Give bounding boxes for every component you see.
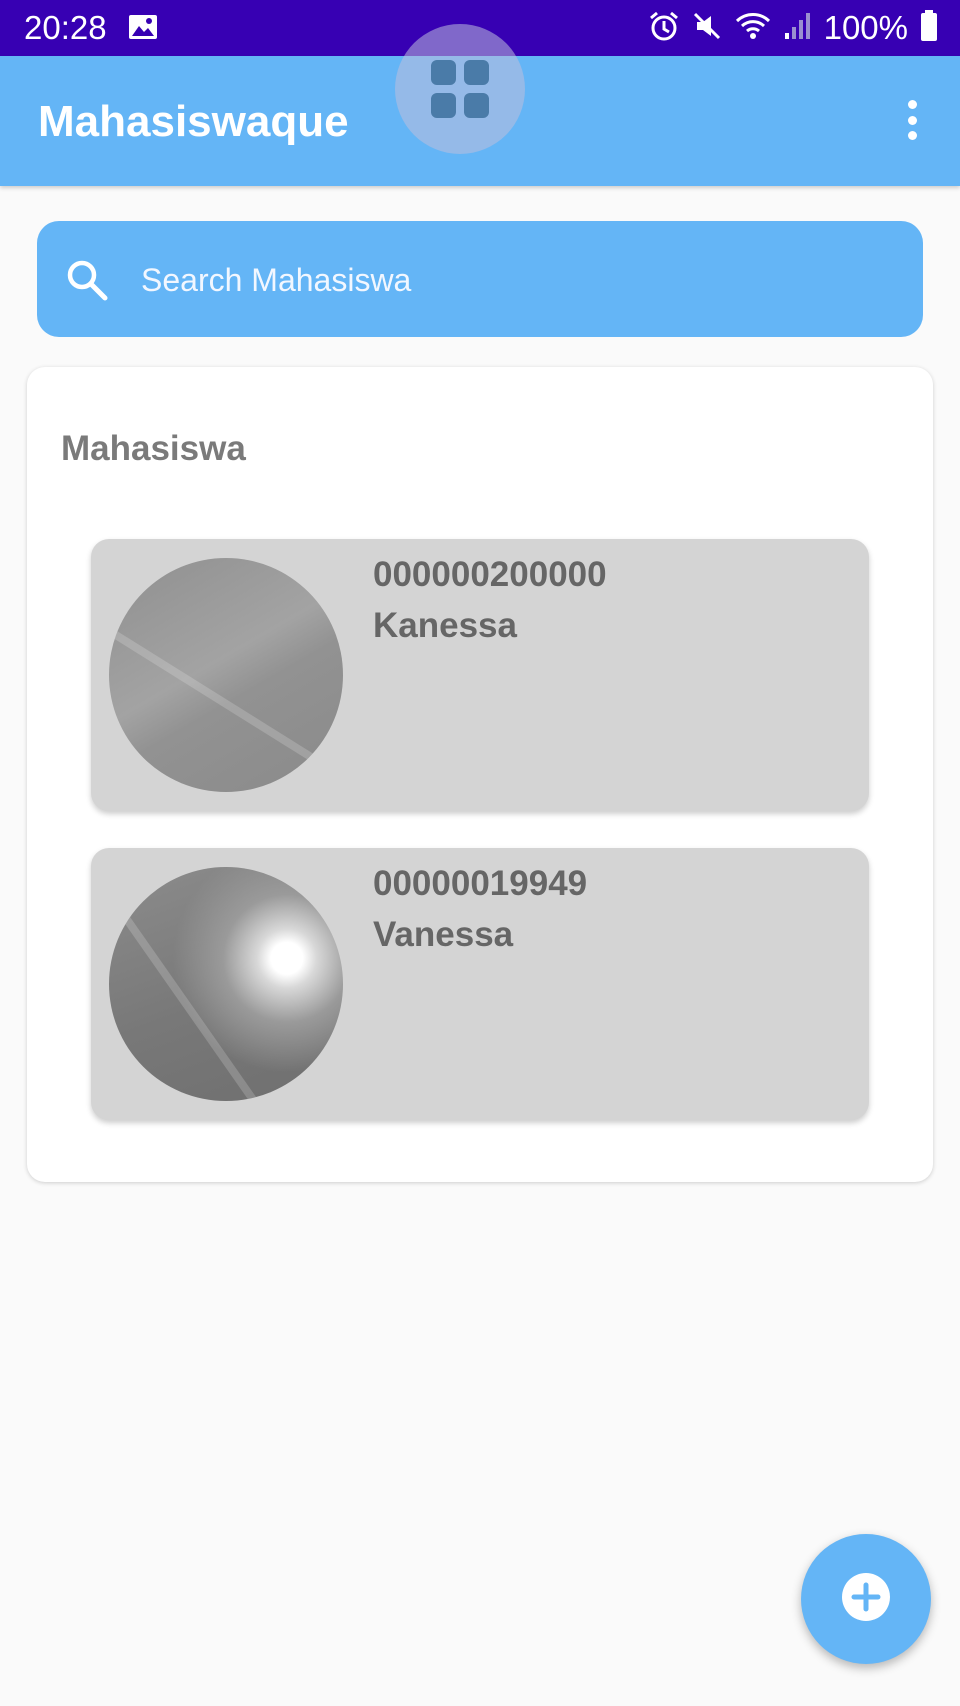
wifi-icon xyxy=(734,11,772,46)
avatar xyxy=(109,867,343,1101)
grid-icon[interactable] xyxy=(395,24,525,154)
battery-percent: 100% xyxy=(823,9,908,46)
student-nim: 000000200000 xyxy=(373,555,607,594)
student-nim: 00000019949 xyxy=(373,864,588,903)
student-name: Vanessa xyxy=(373,915,514,954)
overflow-menu-icon[interactable] xyxy=(902,100,922,140)
battery-icon xyxy=(920,9,938,47)
student-item[interactable]: 00000019949 Vanessa xyxy=(91,848,869,1120)
search-bar[interactable] xyxy=(37,221,923,337)
student-item[interactable]: 000000200000 Kanessa xyxy=(91,539,869,811)
signal-icon xyxy=(784,11,812,46)
student-name: Kanessa xyxy=(373,606,517,645)
add-button[interactable] xyxy=(801,1534,931,1664)
section-title: Mahasiswa xyxy=(61,429,246,468)
add-circle-icon xyxy=(841,1572,891,1627)
status-time: 20:28 xyxy=(24,9,107,46)
avatar xyxy=(109,558,343,792)
students-card: Mahasiswa 000000200000 Kanessa 000000199… xyxy=(27,367,933,1182)
mute-icon xyxy=(692,11,722,46)
search-icon xyxy=(65,258,109,307)
search-input[interactable] xyxy=(139,251,843,309)
gallery-icon xyxy=(128,14,158,45)
alarm-icon xyxy=(648,10,680,47)
app-title: Mahasiswaque xyxy=(38,97,349,146)
